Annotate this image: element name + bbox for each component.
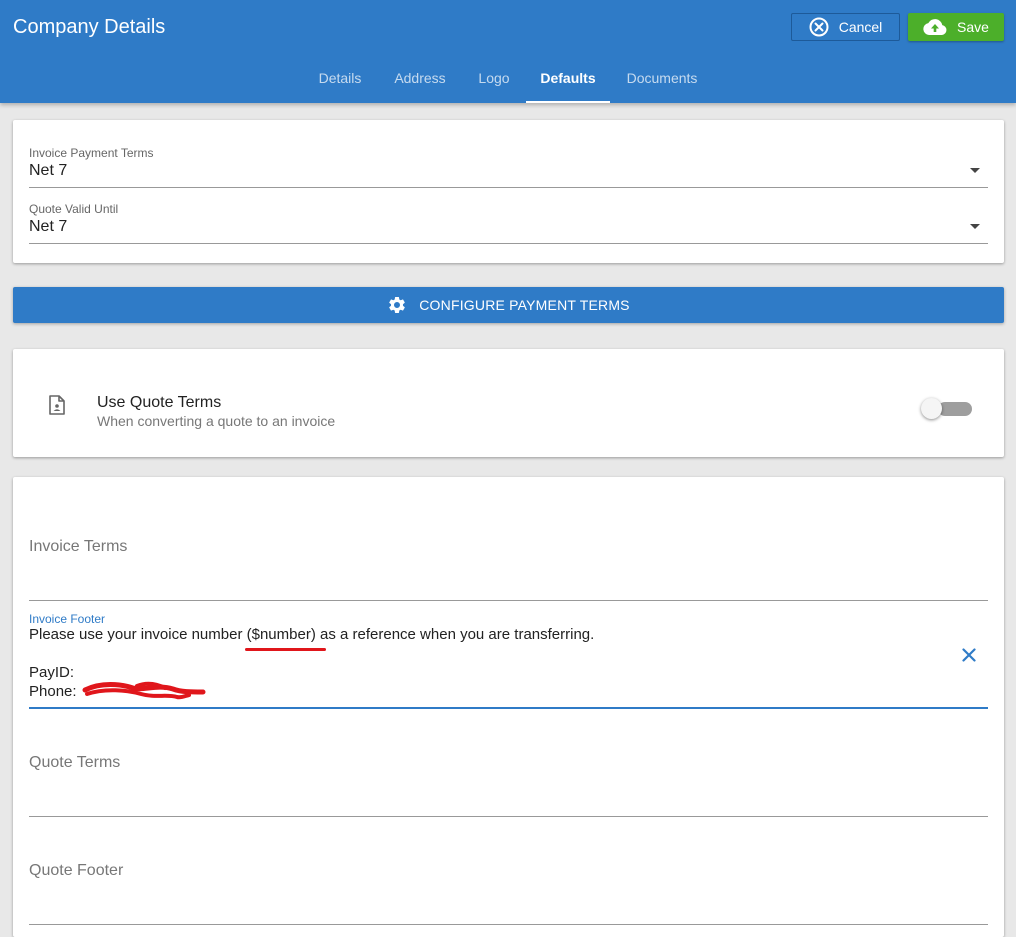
- app-header: Company Details Cancel Save Details Addr…: [0, 0, 1016, 103]
- invoice-terms-placeholder: Invoice Terms: [29, 538, 128, 555]
- tab-details[interactable]: Details: [308, 56, 372, 103]
- invoice-footer-line-1: Please use your invoice number ($number)…: [29, 626, 595, 651]
- phone-prefix: Phone:: [29, 683, 81, 700]
- payment-defaults-card: Invoice Payment Terms Net 7 Quote Valid …: [13, 120, 1004, 263]
- field-underline: [29, 924, 988, 925]
- invoice-footer-line-2: PayID:: [29, 664, 75, 681]
- invoice-terms-field[interactable]: Invoice Terms: [29, 527, 988, 601]
- field-underline: [29, 243, 988, 244]
- invoice-number-placeholder-token: ($number): [244, 626, 326, 651]
- tab-logo[interactable]: Logo: [468, 56, 520, 103]
- dropdown-arrow-icon: [970, 168, 980, 173]
- use-quote-terms-title: Use Quote Terms: [97, 394, 222, 411]
- tab-bar: Details Address Logo Defaults Documents: [0, 56, 1016, 103]
- use-quote-terms-card: Use Quote Terms When converting a quote …: [13, 349, 1004, 457]
- invoice-footer-label: Invoice Footer: [29, 612, 106, 626]
- document-icon: [48, 395, 66, 415]
- cancel-button[interactable]: Cancel: [791, 13, 900, 41]
- invoice-payment-terms-value: Net 7: [29, 162, 68, 179]
- invoice-footer-text-b: as a reference when you are transferring…: [315, 626, 595, 643]
- quote-footer-field[interactable]: Quote Footer: [29, 851, 988, 925]
- save-label: Save: [957, 19, 989, 35]
- cancel-circle-icon: [809, 17, 829, 37]
- toggle-track: [938, 402, 972, 416]
- invoice-number-token-text: ($number): [246, 626, 316, 643]
- quote-footer-placeholder: Quote Footer: [29, 862, 124, 879]
- configure-payment-terms-button[interactable]: CONFIGURE PAYMENT TERMS: [13, 287, 1004, 323]
- gear-icon: [387, 295, 407, 315]
- clear-icon[interactable]: [962, 648, 976, 662]
- field-underline: [29, 816, 988, 817]
- save-button[interactable]: Save: [908, 13, 1004, 41]
- red-annotation-underline: [244, 648, 326, 651]
- quote-valid-until-select[interactable]: Quote Valid Until Net 7: [29, 202, 988, 258]
- use-quote-terms-subtitle: When converting a quote to an invoice: [97, 413, 336, 429]
- cloud-upload-icon: [923, 19, 947, 35]
- cancel-label: Cancel: [838, 19, 883, 35]
- configure-payment-terms-label: CONFIGURE PAYMENT TERMS: [419, 297, 630, 313]
- invoice-footer-field[interactable]: Invoice Footer Please use your invoice n…: [29, 612, 988, 709]
- field-underline: [29, 187, 988, 188]
- invoice-payment-terms-label: Invoice Payment Terms: [29, 146, 154, 160]
- tab-defaults[interactable]: Defaults: [526, 56, 610, 103]
- toggle-knob[interactable]: [921, 398, 942, 419]
- invoice-payment-terms-select[interactable]: Invoice Payment Terms Net 7: [29, 146, 988, 202]
- invoice-footer-text-a: Please use your invoice number: [29, 626, 247, 643]
- quote-terms-field[interactable]: Quote Terms: [29, 743, 988, 817]
- terms-card: Invoice Terms Invoice Footer Please use …: [13, 477, 1004, 937]
- field-underline-focused: [29, 707, 988, 709]
- tab-documents[interactable]: Documents: [616, 56, 708, 103]
- invoice-footer-line-3: Phone:: [29, 683, 81, 700]
- dropdown-arrow-icon: [970, 224, 980, 229]
- field-underline: [29, 600, 988, 601]
- red-redaction-scribble: [81, 680, 207, 702]
- tab-address[interactable]: Address: [384, 56, 456, 103]
- quote-valid-until-value: Net 7: [29, 218, 68, 235]
- page-title: Company Details: [13, 16, 166, 38]
- quote-terms-placeholder: Quote Terms: [29, 754, 121, 771]
- quote-valid-until-label: Quote Valid Until: [29, 202, 119, 216]
